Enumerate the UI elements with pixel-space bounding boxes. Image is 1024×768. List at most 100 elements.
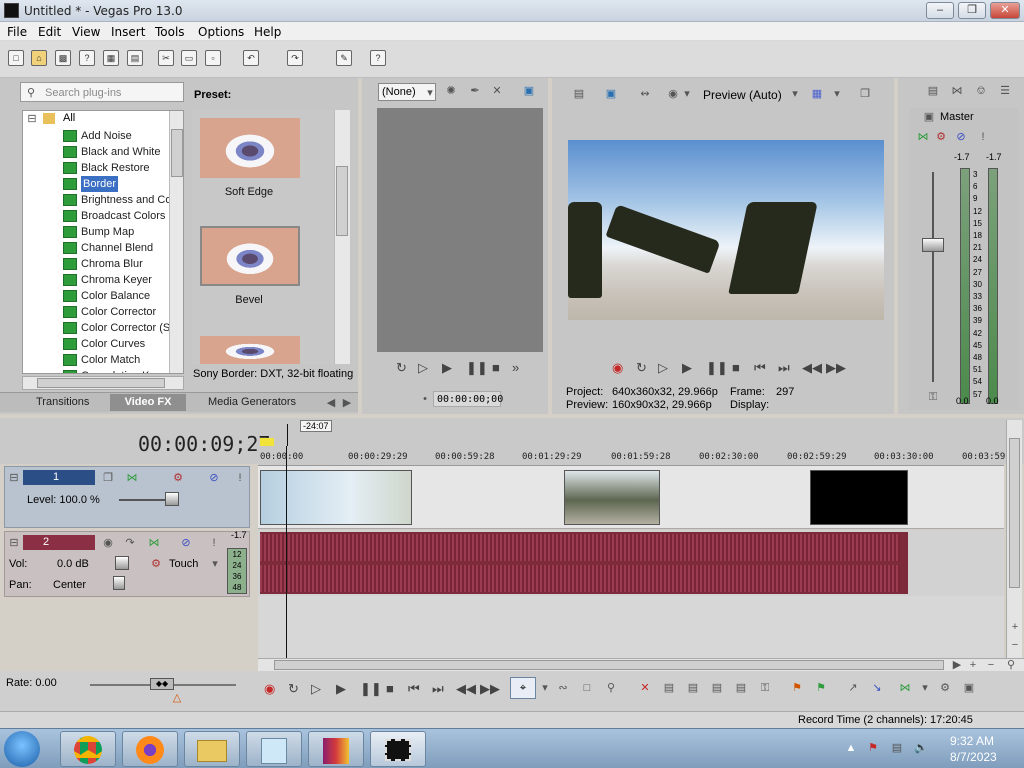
chevron-down-icon[interactable]: ▾ [680, 87, 694, 101]
ignore-grouping-icon[interactable]: ▣ [962, 681, 976, 695]
automation-gear-icon[interactable]: ⚙ [149, 557, 163, 571]
preset-thumb-soft-edge[interactable] [200, 118, 300, 178]
chevron-down-icon[interactable]: ▾ [830, 87, 844, 101]
track-solo-icon[interactable]: ! [233, 471, 247, 485]
preview-properties-icon[interactable]: ▤ [572, 87, 586, 101]
explorer-taskbar-button[interactable] [184, 731, 240, 767]
menu-edit[interactable]: Edit [38, 25, 61, 39]
play-icon[interactable]: ▶ [336, 681, 346, 697]
automation-gear-icon[interactable]: ⚙ [934, 130, 948, 144]
invert-phase-icon[interactable]: ↷ [123, 536, 137, 550]
winrar-taskbar-button[interactable] [308, 731, 364, 767]
fast-forward-icon[interactable]: ▶▶ [826, 360, 846, 376]
auto-crossfade-icon[interactable]: ↘ [870, 681, 884, 695]
play-from-start-icon[interactable]: ▷ [658, 360, 668, 376]
timeline-ruler[interactable]: 00:00:00 00:00:29:29 00:00:59:28 00:01:2… [258, 446, 1011, 466]
plugin-item[interactable]: Color Corrector (S [81, 320, 170, 336]
plugin-scroll-thumb[interactable] [171, 129, 183, 177]
envelope-tool-icon[interactable]: ∾ [556, 681, 570, 695]
stop-icon[interactable]: ■ [492, 360, 500, 375]
record-arm-icon[interactable]: ◉ [101, 536, 115, 550]
pause-icon[interactable]: ❚❚ [466, 360, 488, 376]
region-icon[interactable]: ⚑ [814, 681, 828, 695]
menu-insert[interactable]: Insert [111, 25, 145, 39]
split-icon[interactable]: ▤ [734, 681, 748, 695]
plugin-item[interactable]: Chroma Keyer [81, 272, 152, 288]
zoom-in-icon[interactable]: + [966, 658, 980, 672]
rewind-icon[interactable]: ◀◀ [802, 360, 822, 376]
trimmer-monitor-icon[interactable]: ▣ [522, 84, 536, 98]
firefox-taskbar-button[interactable] [122, 731, 178, 767]
paste-icon[interactable]: ▫ [205, 50, 221, 66]
zoom-out-icon[interactable]: − [1008, 638, 1022, 652]
mixer-insert-icon[interactable]: ⋈ [950, 84, 964, 98]
tree-root[interactable]: All [63, 112, 75, 124]
plugin-item[interactable]: Convolution Kerne [81, 368, 172, 373]
trimmer-dropdown[interactable]: (None) ▾ [378, 83, 436, 101]
go-to-start-icon[interactable]: ⏮ [408, 681, 420, 697]
playhead[interactable] [286, 446, 287, 658]
undo-icon[interactable]: ↶ [243, 50, 259, 66]
plugin-item[interactable]: Chroma Blur [81, 256, 143, 272]
plugin-item[interactable]: Color Match [81, 352, 140, 368]
trimmer-pen-icon[interactable]: ✒ [468, 84, 482, 98]
fader-track[interactable] [932, 172, 934, 382]
audio-lane[interactable] [258, 530, 1004, 596]
master-fader[interactable] [922, 238, 944, 252]
plugin-hscroll-thumb[interactable] [37, 378, 165, 388]
solo-icon[interactable]: ! [976, 130, 990, 144]
loop-icon[interactable]: ↻ [636, 360, 647, 376]
split-screen-icon[interactable]: ↭ [638, 87, 652, 101]
plugin-item[interactable]: Color Curves [81, 336, 145, 352]
menu-help[interactable]: Help [254, 25, 281, 39]
new-icon[interactable]: □ [8, 50, 24, 66]
audio-track-header[interactable]: ⊟ 2 ◉ ↷ ⋈ ⊘ ! Vol: 0.0 dB ⚙ Touch ▾ Pan:… [4, 530, 250, 597]
track-gear-icon[interactable]: ⚙ [171, 471, 185, 485]
chevron-down-icon[interactable]: ▾ [208, 557, 222, 571]
video-clip-1[interactable] [260, 470, 412, 525]
trimmer-display[interactable] [377, 108, 543, 352]
preset-scroll-thumb[interactable] [336, 166, 348, 236]
rate-slider-thumb[interactable]: ◆◆ [150, 678, 174, 690]
zoom-tool-icon[interactable]: ⚲ [604, 681, 618, 695]
clock-time[interactable]: 9:32 AM [950, 734, 994, 748]
loop-icon[interactable]: ↻ [396, 360, 407, 376]
external-monitor-icon[interactable]: ▣ [604, 87, 618, 101]
tab-video-fx[interactable]: Video FX [110, 394, 186, 411]
play-from-start-icon[interactable]: ▷ [311, 681, 321, 697]
chevron-down-icon[interactable]: ▾ [918, 681, 932, 695]
plugin-item[interactable]: Channel Blend [81, 240, 153, 256]
pause-icon[interactable]: ❚❚ [706, 360, 728, 376]
start-button[interactable] [4, 731, 40, 767]
preset-thumb-bevel[interactable] [200, 226, 300, 286]
mute-icon[interactable]: ⊘ [954, 130, 968, 144]
trim-end-icon[interactable]: ▤ [710, 681, 724, 695]
empty-track-area[interactable] [258, 596, 1004, 658]
plugin-item[interactable]: Black Restore [81, 160, 149, 176]
track-fx-icon[interactable]: ⋈ [147, 536, 161, 550]
preset-scrollbar[interactable] [334, 110, 350, 364]
chevron-down-icon[interactable]: ▾ [538, 681, 552, 695]
video-clip-3[interactable] [810, 470, 908, 525]
lock-envelopes-icon[interactable]: ⚙ [938, 681, 952, 695]
clock-date[interactable]: 8/7/2023 [950, 750, 997, 764]
overlay-icon[interactable]: ◉ [666, 87, 680, 101]
delete-icon[interactable]: ✕ [638, 681, 652, 695]
loop-region-marker[interactable] [260, 438, 274, 446]
menu-options[interactable]: Options [198, 25, 244, 39]
preview-quality[interactable]: Preview (Auto) [703, 88, 782, 102]
record-icon[interactable]: ◉ [612, 360, 623, 376]
mixer-downmix-icon[interactable]: ⎊ [974, 84, 988, 98]
plugin-hscroll[interactable] [22, 376, 184, 390]
video-track-header[interactable]: ⊟ 1 ❐ ⋈ ⚙ ⊘ ! Level: 100.0 % [4, 466, 250, 528]
notepad-taskbar-button[interactable] [246, 731, 302, 767]
composite-icon[interactable]: ❐ [101, 471, 115, 485]
maximize-button[interactable]: ❐ [958, 2, 986, 19]
selection-tool-icon[interactable]: □ [580, 681, 594, 695]
menu-tools[interactable]: Tools [155, 25, 185, 39]
chevron-down-icon[interactable]: ▾ [788, 87, 802, 101]
track-solo-icon[interactable]: ! [207, 536, 221, 550]
menu-file[interactable]: File [7, 25, 27, 39]
network-icon[interactable]: ▤ [890, 741, 904, 755]
tab-transitions[interactable]: Transitions [36, 394, 89, 411]
